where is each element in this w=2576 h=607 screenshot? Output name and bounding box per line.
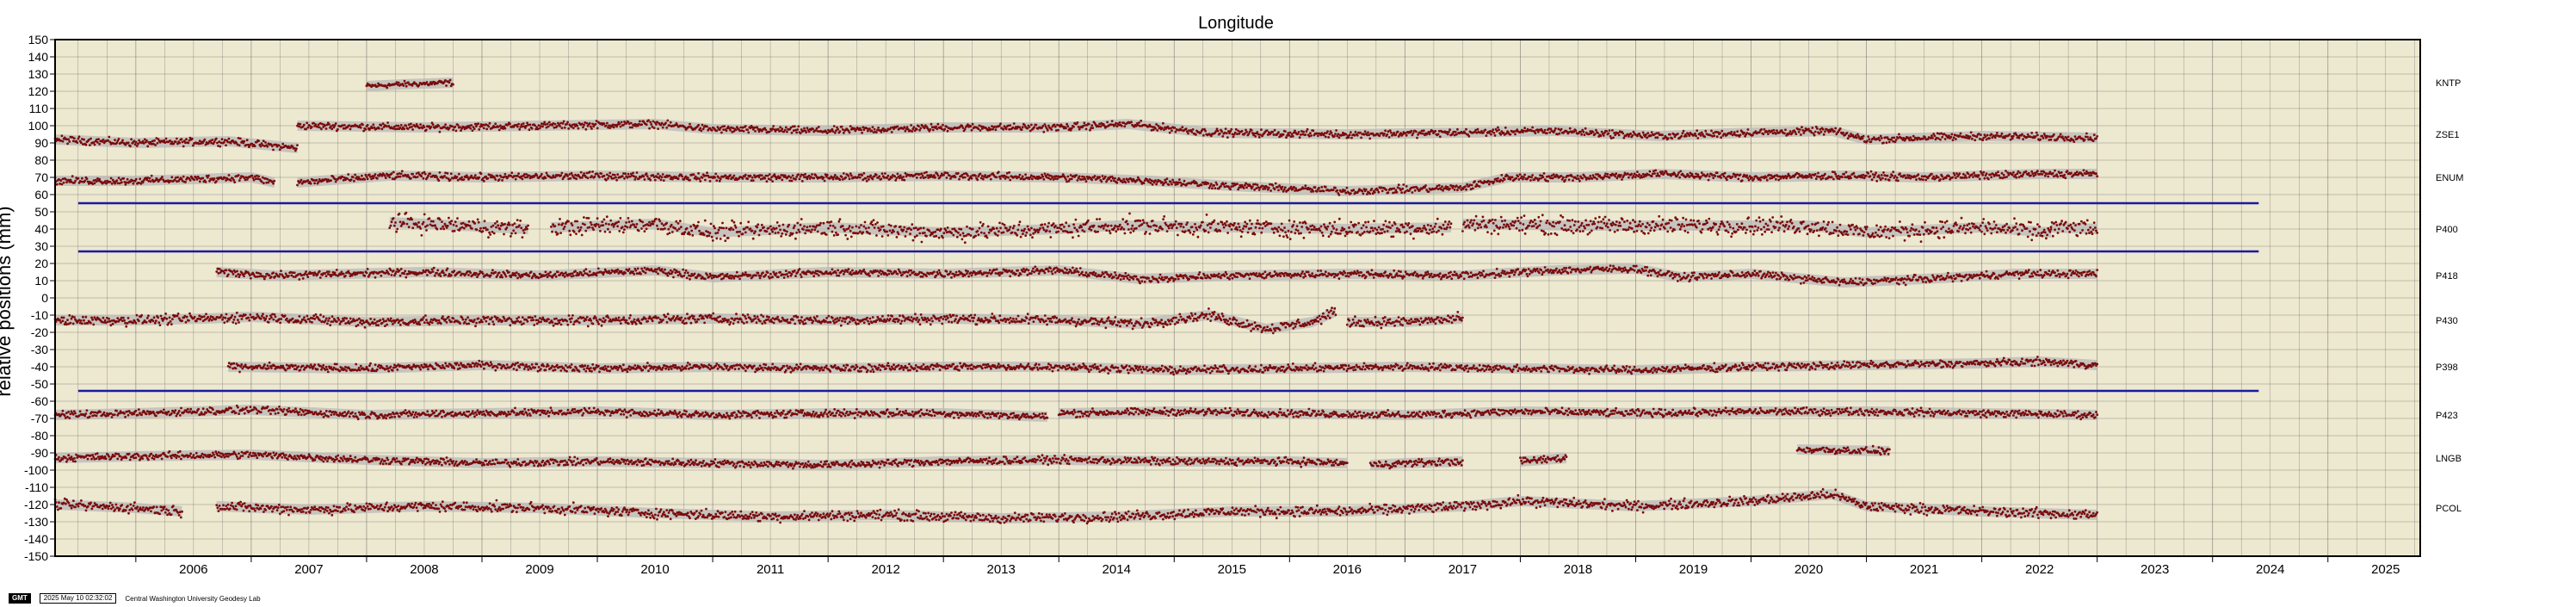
series-label: ZSE1	[2436, 130, 2460, 140]
x-tick-label: 2018	[1564, 562, 1592, 577]
series-label: P398	[2436, 362, 2458, 373]
x-tick-label: 2020	[1795, 562, 1823, 577]
y-tick-label: -130	[24, 515, 48, 529]
x-tick-label: 2016	[1333, 562, 1362, 577]
gmt-logo: GMT	[9, 593, 31, 604]
y-tick-label: -40	[31, 360, 48, 374]
y-tick-label: -120	[24, 498, 48, 511]
x-tick-label: 2010	[640, 562, 669, 577]
x-tick-label: 2013	[987, 562, 1016, 577]
y-tick-label: -20	[31, 325, 48, 339]
y-tick-label: 30	[34, 239, 48, 253]
y-tick-label: -10	[31, 308, 48, 322]
x-ticks: 2006 2007 2008 2009 2010 2011 2012 2013 2014 2015…	[135, 556, 2400, 577]
y-tick-label: 140	[28, 50, 49, 64]
series-label: P423	[2436, 411, 2458, 421]
x-tick-label: 2023	[2140, 562, 2169, 577]
x-tick-label: 2007	[294, 562, 323, 577]
series-label: KNTP	[2436, 78, 2461, 89]
x-tick-label: 2025	[2371, 562, 2400, 577]
y-axis-label: relative positions (mm)	[0, 206, 15, 396]
y-tick-label: 100	[28, 119, 49, 133]
y-tick-label: 50	[34, 205, 48, 219]
credit-text: Central Washington University Geodesy La…	[125, 594, 261, 603]
series-label: PCOL	[2436, 504, 2462, 514]
y-tick-label: 80	[34, 153, 48, 167]
series-labels: KNTP ZSE1 ENUM P400 P418 P430 P398 P423 LNGB PCOL	[2436, 78, 2463, 514]
x-tick-label: 2024	[2256, 562, 2284, 577]
x-tick-label: 2006	[179, 562, 207, 577]
y-ticks: 1501401301201101009080706050403020100-10…	[24, 33, 55, 563]
series-label: P418	[2436, 271, 2458, 282]
y-tick-label: 10	[34, 274, 48, 288]
y-tick-label: 0	[41, 291, 48, 305]
series-label: P430	[2436, 316, 2458, 326]
x-tick-label: 2012	[871, 562, 899, 577]
x-tick-label: 2019	[1679, 562, 1708, 577]
x-tick-label: 2009	[525, 562, 553, 577]
chart-title: Longitude	[1198, 14, 1274, 33]
y-tick-label: 90	[34, 136, 48, 150]
y-tick-label: 70	[34, 170, 48, 184]
y-tick-label: -30	[31, 343, 48, 356]
series-label: LNGB	[2436, 454, 2462, 464]
y-tick-label: -60	[31, 394, 48, 408]
series-label: P400	[2436, 225, 2458, 235]
footer: GMT 2025 May 10 02:32:02 Central Washing…	[9, 593, 261, 604]
y-tick-label: -140	[24, 532, 48, 546]
y-tick-label: -80	[31, 429, 48, 443]
y-tick-label: 40	[34, 222, 48, 236]
x-tick-label: 2008	[410, 562, 438, 577]
series-label: ENUM	[2436, 173, 2463, 183]
y-tick-label: -50	[31, 377, 48, 391]
y-tick-label: -90	[31, 446, 48, 460]
timestamp: 2025 May 10 02:32:02	[39, 593, 117, 604]
y-tick-label: 110	[29, 102, 49, 115]
y-tick-label: 60	[34, 188, 48, 201]
y-axis-label-text: relative positions (mm)	[0, 206, 15, 396]
x-tick-label: 2022	[2025, 562, 2054, 577]
x-tick-label: 2021	[1910, 562, 1938, 577]
y-tick-label: 150	[28, 33, 49, 46]
x-tick-label: 2011	[757, 562, 784, 577]
y-tick-label: 120	[28, 84, 49, 98]
y-tick-label: -100	[24, 463, 48, 477]
y-tick-label: 130	[28, 67, 49, 81]
y-tick-label: -70	[31, 412, 48, 425]
y-tick-label: -110	[25, 480, 48, 494]
x-tick-label: 2017	[1449, 562, 1477, 577]
y-tick-label: 20	[34, 257, 48, 270]
y-tick-label: -150	[24, 549, 48, 563]
chart: Longitude relative positions (mm) 150 140…	[0, 14, 2463, 577]
x-tick-label: 2014	[1103, 562, 1131, 577]
x-tick-label: 2015	[1218, 562, 1246, 577]
